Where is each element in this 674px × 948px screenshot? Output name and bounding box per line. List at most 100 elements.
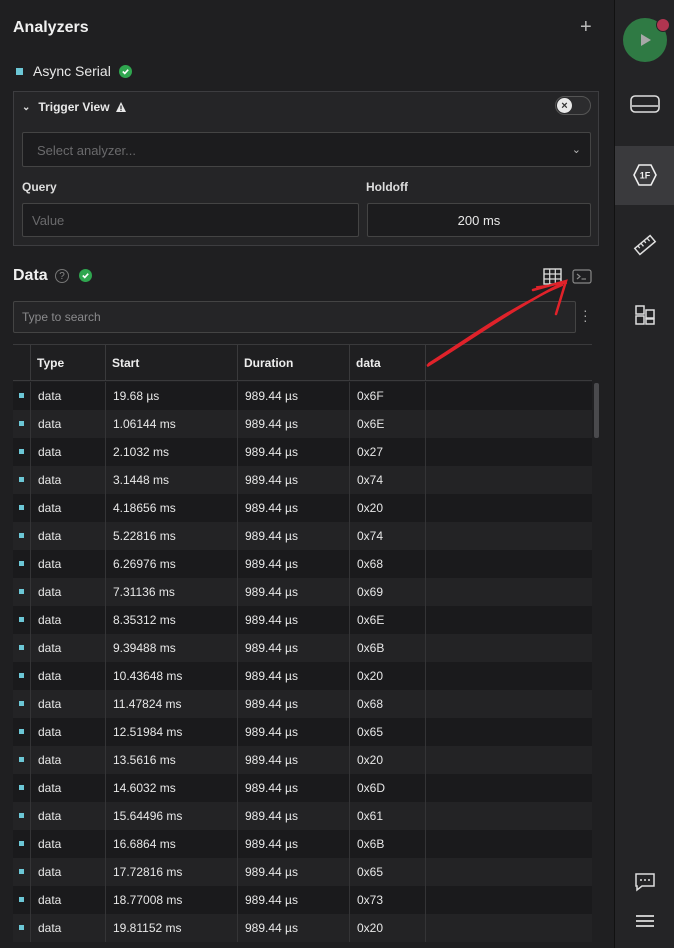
play-icon[interactable] xyxy=(623,18,670,62)
column-header-data[interactable]: data xyxy=(349,345,425,381)
chat-icon[interactable] xyxy=(615,872,674,892)
column-header-start[interactable]: Start xyxy=(105,345,237,381)
cell-data: 0x20 xyxy=(349,494,425,522)
cell-start: 17.72816 ms xyxy=(105,858,237,886)
chevron-down-icon[interactable]: ⌄ xyxy=(22,102,30,113)
table-scrollbar[interactable] xyxy=(594,383,599,438)
column-header-empty xyxy=(425,345,592,381)
cell-data: 0x65 xyxy=(349,858,425,886)
cell-duration: 989.44 µs xyxy=(237,578,349,606)
terminal-view-icon[interactable] xyxy=(572,269,592,284)
cell-start: 4.18656 ms xyxy=(105,494,237,522)
cell-type: data xyxy=(30,858,105,886)
cell-start: 13.5616 ms xyxy=(105,746,237,774)
analyzer-icon[interactable]: 1F xyxy=(615,163,674,187)
cell-data: 0x6D xyxy=(349,774,425,802)
trigger-view-panel: ⌄ Trigger View × Select analyzer... ⌄ Qu… xyxy=(13,91,599,246)
query-placeholder: Value xyxy=(32,213,65,228)
analyzer-item[interactable]: Async Serial xyxy=(16,63,132,79)
search-placeholder: Type to search xyxy=(22,310,101,324)
table-row[interactable]: data 14.6032 ms 989.44 µs 0x6D xyxy=(13,774,592,802)
row-color-marker xyxy=(19,421,24,426)
row-color-marker xyxy=(19,813,24,818)
cell-duration: 989.44 µs xyxy=(237,914,349,942)
cell-type: data xyxy=(30,886,105,914)
cell-duration: 989.44 µs xyxy=(237,438,349,466)
row-color-marker xyxy=(19,729,24,734)
table-row[interactable]: data 3.1448 ms 989.44 µs 0x74 xyxy=(13,466,592,494)
cell-duration: 989.44 µs xyxy=(237,522,349,550)
more-options-icon[interactable]: · · · xyxy=(583,303,588,327)
table-view-icon[interactable] xyxy=(543,268,562,285)
row-color-marker xyxy=(19,505,24,510)
table-row[interactable]: data 7.31136 ms 989.44 µs 0x69 xyxy=(13,578,592,606)
analyzer-color-swatch xyxy=(16,67,23,75)
cell-start: 8.35312 ms xyxy=(105,606,237,634)
cell-empty xyxy=(425,802,592,830)
cell-empty xyxy=(425,438,592,466)
table-row[interactable]: data 10.43648 ms 989.44 µs 0x20 xyxy=(13,662,592,690)
cell-start: 18.77008 ms xyxy=(105,886,237,914)
table-row[interactable]: data 17.72816 ms 989.44 µs 0x65 xyxy=(13,858,592,886)
trigger-view-header[interactable]: ⌄ Trigger View xyxy=(22,100,127,114)
table-row[interactable]: data 19.68 µs 989.44 µs 0x6F xyxy=(13,382,592,410)
search-input[interactable]: Type to search xyxy=(13,301,576,333)
cell-empty xyxy=(425,382,592,410)
cell-data: 0x20 xyxy=(349,746,425,774)
trigger-toggle[interactable]: × xyxy=(555,96,591,115)
table-row[interactable]: data 8.35312 ms 989.44 µs 0x6E xyxy=(13,606,592,634)
holdoff-input[interactable]: 200 ms xyxy=(367,203,591,237)
cell-data: 0x6B xyxy=(349,830,425,858)
analyzer-select[interactable]: Select analyzer... ⌄ xyxy=(22,132,591,167)
cell-type: data xyxy=(30,550,105,578)
table-row[interactable]: data 2.1032 ms 989.44 µs 0x27 xyxy=(13,438,592,466)
measure-icon[interactable] xyxy=(615,233,674,257)
row-color-marker xyxy=(19,589,24,594)
right-sidebar: 1F xyxy=(614,0,674,948)
cell-empty xyxy=(425,830,592,858)
cell-data: 0x20 xyxy=(349,914,425,942)
cell-duration: 989.44 µs xyxy=(237,466,349,494)
check-icon xyxy=(118,64,132,78)
table-row[interactable]: data 6.26976 ms 989.44 µs 0x68 xyxy=(13,550,592,578)
cell-data: 0x69 xyxy=(349,578,425,606)
trigger-view-title: Trigger View xyxy=(38,100,110,114)
cell-type: data xyxy=(30,802,105,830)
cell-duration: 989.44 µs xyxy=(237,858,349,886)
table-row[interactable]: data 9.39488 ms 989.44 µs 0x6B xyxy=(13,634,592,662)
table-row[interactable]: data 19.81152 ms 989.44 µs 0x20 xyxy=(13,914,592,942)
table-row[interactable]: data 4.18656 ms 989.44 µs 0x20 xyxy=(13,494,592,522)
holdoff-label: Holdoff xyxy=(366,180,408,194)
cell-duration: 989.44 µs xyxy=(237,662,349,690)
help-icon[interactable]: ? xyxy=(55,269,69,283)
table-row[interactable]: data 13.5616 ms 989.44 µs 0x20 xyxy=(13,746,592,774)
table-row[interactable]: data 1.06144 ms 989.44 µs 0x6E xyxy=(13,410,592,438)
row-color-marker xyxy=(19,449,24,454)
menu-icon[interactable] xyxy=(615,913,674,929)
cell-type: data xyxy=(30,690,105,718)
cell-duration: 989.44 µs xyxy=(237,382,349,410)
cell-empty xyxy=(425,522,592,550)
column-header-type[interactable]: Type xyxy=(30,345,105,381)
device-icon[interactable] xyxy=(615,93,674,115)
data-table: Type Start Duration data data 19.68 µs 989… xyxy=(13,344,592,948)
extensions-icon[interactable] xyxy=(615,303,674,327)
table-row[interactable]: data 18.77008 ms 989.44 µs 0x73 xyxy=(13,886,592,914)
add-analyzer-button[interactable]: + xyxy=(580,16,592,39)
cell-duration: 989.44 µs xyxy=(237,802,349,830)
cell-type: data xyxy=(30,662,105,690)
cell-duration: 989.44 µs xyxy=(237,718,349,746)
cell-start: 2.1032 ms xyxy=(105,438,237,466)
row-color-marker xyxy=(19,561,24,566)
row-color-marker xyxy=(19,533,24,538)
table-row[interactable]: data 12.51984 ms 989.44 µs 0x65 xyxy=(13,718,592,746)
table-row[interactable]: data 16.6864 ms 989.44 µs 0x6B xyxy=(13,830,592,858)
table-row[interactable]: data 15.64496 ms 989.44 µs 0x61 xyxy=(13,802,592,830)
table-row[interactable]: data 5.22816 ms 989.44 µs 0x74 xyxy=(13,522,592,550)
query-input[interactable]: Value xyxy=(22,203,359,237)
cell-empty xyxy=(425,886,592,914)
cell-data: 0x73 xyxy=(349,886,425,914)
column-header-duration[interactable]: Duration xyxy=(237,345,349,381)
table-row[interactable]: data 11.47824 ms 989.44 µs 0x68 xyxy=(13,690,592,718)
cell-start: 11.47824 ms xyxy=(105,690,237,718)
